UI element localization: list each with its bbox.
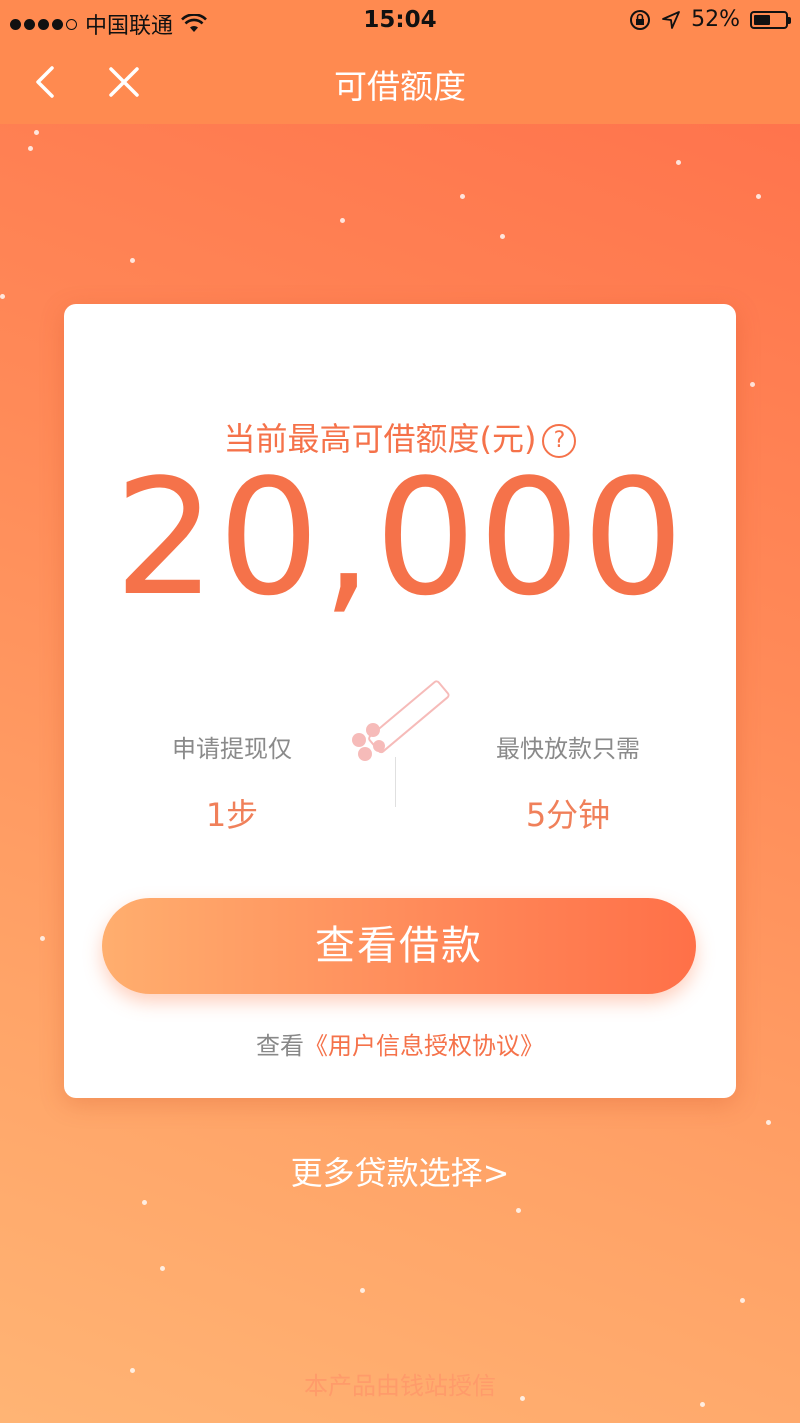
nav-bar: 可借额度 bbox=[0, 40, 800, 124]
battery-percent: 52% bbox=[691, 7, 740, 32]
battery-fill bbox=[754, 14, 770, 25]
agreement-prefix: 查看 bbox=[256, 1032, 304, 1060]
more-loan-options-link[interactable]: 更多贷款选择> bbox=[0, 1148, 800, 1194]
footer-credit-note: 本产品由钱站授信 bbox=[304, 1372, 496, 1400]
sparkle bbox=[28, 146, 33, 151]
sparkle bbox=[750, 382, 755, 387]
location-arrow-icon bbox=[662, 10, 680, 29]
stat-value: 5分钟 bbox=[525, 796, 611, 834]
sparkle bbox=[142, 1200, 147, 1205]
sparkle bbox=[0, 294, 5, 299]
user-authorization-agreement-link[interactable]: 《用户信息授权协议》 bbox=[304, 1032, 544, 1060]
sparkle bbox=[130, 258, 135, 263]
sparkle bbox=[740, 1298, 745, 1303]
page-title: 可借额度 bbox=[334, 67, 466, 106]
sparkle bbox=[766, 1120, 771, 1125]
sparkle bbox=[756, 194, 761, 199]
sparkle bbox=[460, 194, 465, 199]
watermark-logo-icon bbox=[352, 680, 450, 761]
sparkle bbox=[40, 936, 45, 941]
sparkle bbox=[676, 160, 681, 165]
sparkle bbox=[160, 1266, 165, 1271]
agreement-row: 查看《用户信息授权协议》 bbox=[64, 1026, 736, 1061]
rotation-lock-icon bbox=[630, 9, 651, 30]
limit-amount: 20,000 bbox=[114, 444, 686, 631]
sparkle bbox=[516, 1208, 521, 1213]
sparkle bbox=[34, 130, 39, 135]
sparkle bbox=[340, 218, 345, 223]
status-bar: 中国联通 15:04 52% bbox=[0, 0, 800, 40]
view-loan-button[interactable]: 查看借款 bbox=[102, 898, 696, 994]
sparkle bbox=[500, 234, 505, 239]
battery-icon bbox=[750, 10, 791, 29]
sparkle bbox=[360, 1288, 365, 1293]
status-right: 52% bbox=[629, 7, 791, 32]
sparkle bbox=[700, 1402, 705, 1407]
stat-value: 1步 bbox=[205, 796, 259, 834]
